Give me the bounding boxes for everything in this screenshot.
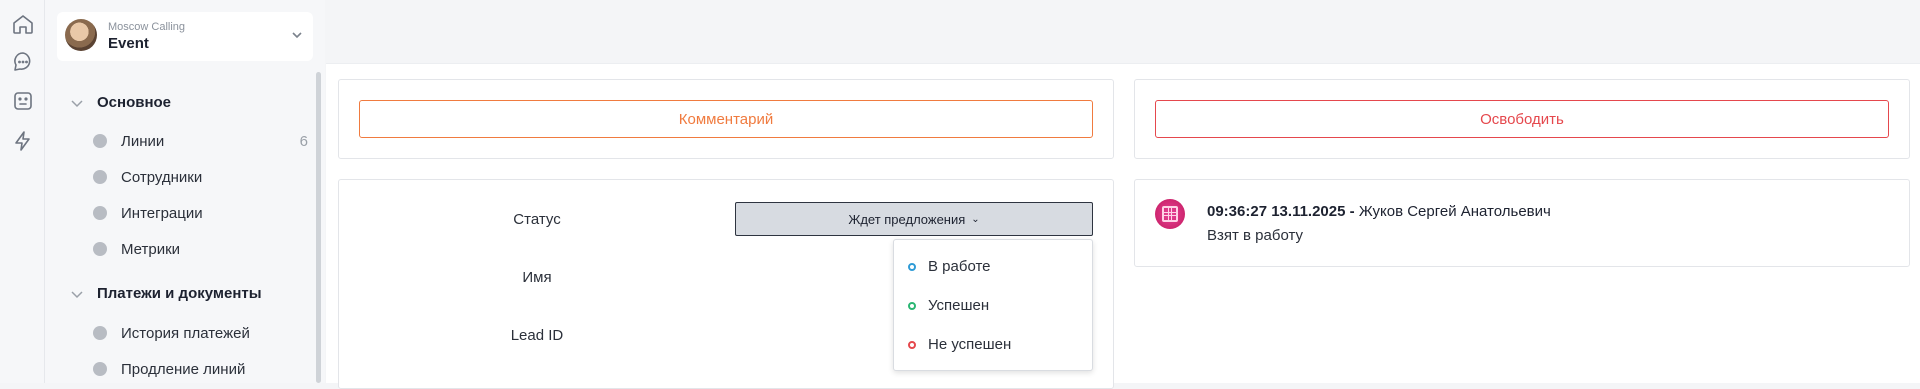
- section-payments[interactable]: Платежи и документы: [69, 285, 262, 302]
- section-label: Платежи и документы: [97, 285, 262, 302]
- log-entry-header: 09:36:27 13.11.2025 - Жуков Сергей Анато…: [1207, 203, 1551, 220]
- sidebar: Moscow Calling Event Основное Линии 6 Со…: [45, 0, 325, 383]
- icon-rail: [0, 0, 45, 383]
- bot-icon[interactable]: [10, 88, 36, 114]
- sidebar-item-label: Метрики: [121, 240, 181, 258]
- sidebar-item-label: Интеграции: [121, 204, 203, 222]
- chevron-down-icon: [69, 286, 85, 302]
- comment-button[interactable]: Комментарий: [359, 100, 1093, 138]
- home-icon[interactable]: [10, 11, 36, 37]
- status-select[interactable]: Ждет предложения ⌄: [735, 202, 1093, 236]
- lines-count-badge: 6: [299, 132, 308, 150]
- status-select-value: Ждет предложения: [848, 211, 966, 227]
- log-separator: -: [1345, 203, 1359, 220]
- option-label: Не успешен: [928, 336, 1012, 353]
- status-dot-icon: [908, 340, 916, 349]
- users-icon: [93, 170, 107, 184]
- sidebar-item-label: Продление линий: [121, 360, 246, 378]
- project-title: Event: [108, 35, 149, 52]
- lines-icon: [93, 134, 107, 148]
- sidebar-item-renew-lines[interactable]: Продление линий: [93, 356, 293, 382]
- sidebar-item-lines[interactable]: Линии 6: [93, 128, 308, 154]
- sidebar-item-integrations[interactable]: Интеграции: [93, 200, 293, 226]
- sidebar-item-label: Сотрудники: [121, 168, 203, 186]
- sidebar-item-metrics[interactable]: Метрики: [93, 236, 293, 262]
- sidebar-item-label: Линии: [121, 132, 165, 150]
- lead-id-label: Lead ID: [510, 327, 564, 344]
- status-option-in-progress[interactable]: В работе: [908, 258, 991, 275]
- calendar-icon: [1155, 199, 1185, 229]
- chevron-down-icon: [69, 95, 85, 111]
- section-label: Основное: [97, 94, 172, 111]
- status-label: Статус: [513, 211, 561, 228]
- log-timestamp: 09:36:27 13.11.2025: [1207, 203, 1346, 220]
- sidebar-item-users[interactable]: Сотрудники: [93, 164, 293, 190]
- status-dot-icon: [908, 301, 916, 310]
- option-label: Успешен: [928, 297, 990, 314]
- top-bar: [326, 0, 1920, 64]
- integrations-icon: [93, 206, 107, 220]
- project-subtitle: Moscow Calling: [108, 21, 186, 33]
- option-label: В работе: [928, 258, 991, 275]
- status-dot-icon: [908, 262, 916, 271]
- status-option-success[interactable]: Успешен: [908, 297, 989, 314]
- chat-icon[interactable]: [10, 49, 36, 75]
- chevron-down-icon: ⌄: [971, 213, 980, 225]
- history-icon: [93, 326, 107, 340]
- log-entry-text: Взят в работу: [1207, 227, 1304, 244]
- status-dropdown: В работе Успешен Не успешен: [893, 239, 1093, 371]
- section-main[interactable]: Основное: [69, 94, 171, 111]
- sidebar-item-payment-history[interactable]: История платежей: [93, 320, 293, 346]
- sidebar-item-label: История платежей: [121, 324, 250, 342]
- metrics-icon: [93, 242, 107, 256]
- activity-log-card: [1134, 179, 1910, 267]
- name-label: Имя: [522, 269, 552, 286]
- renew-icon: [93, 362, 107, 376]
- project-switcher[interactable]: Moscow Calling Event: [57, 12, 313, 61]
- chevron-down-icon: [289, 27, 305, 43]
- avatar: [65, 19, 97, 51]
- log-author: Жуков Сергей Анатольевич: [1358, 203, 1551, 220]
- sidebar-scrollbar[interactable]: [316, 72, 321, 383]
- status-option-failed[interactable]: Не успешен: [908, 336, 1011, 353]
- release-button[interactable]: Освободить: [1155, 100, 1889, 138]
- lightning-icon[interactable]: [10, 128, 36, 154]
